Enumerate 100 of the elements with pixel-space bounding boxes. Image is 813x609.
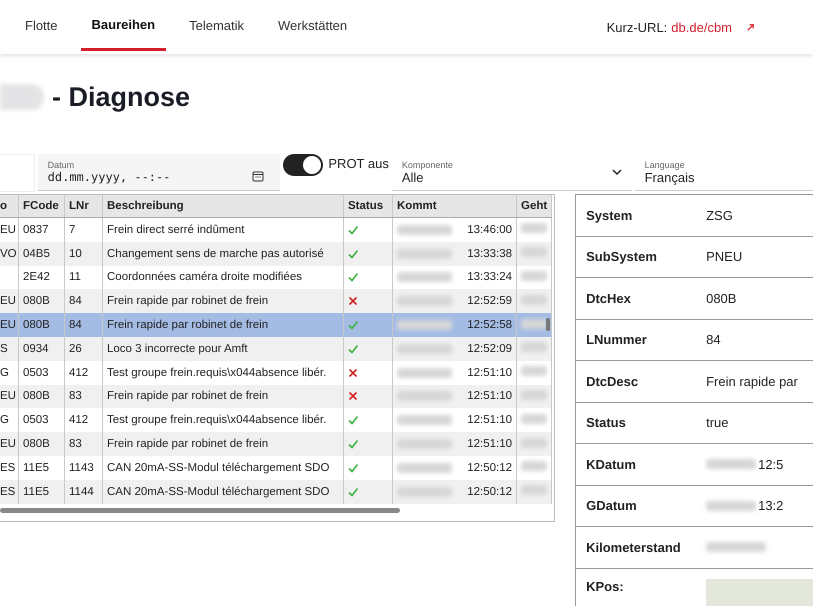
column-header[interactable]: Geht — [516, 195, 552, 218]
redacted-block — [397, 272, 452, 282]
toggle-label: PROT aus — [328, 156, 389, 171]
time-text: 12:52:59 — [467, 295, 512, 308]
redacted-block — [521, 438, 547, 448]
table-row[interactable]: EU 080B 83 Frein rapide par robinet de frein 12:51:10 — [0, 432, 552, 456]
redacted-block — [521, 366, 547, 376]
table-cell: 1144 — [64, 480, 102, 504]
table-cell: EU — [0, 384, 18, 408]
column-header[interactable]: Kommt — [392, 195, 516, 218]
table-cell: Loco 3 incorrecte pour Amft — [102, 336, 344, 361]
redacted-block — [397, 320, 452, 330]
field-value: ZSG — [706, 208, 733, 223]
column-header[interactable]: Beschreibung — [102, 195, 344, 218]
field-value: Frein rapide par — [706, 374, 798, 389]
chevron-down-icon[interactable] — [612, 169, 622, 175]
table-cell: S — [0, 336, 18, 361]
redacted-block — [397, 462, 452, 473]
time-text: 12:51:10 — [467, 390, 512, 402]
field-label: GDatum — [585, 498, 638, 514]
table-cell: 080B — [18, 313, 64, 337]
table-row[interactable]: EU 080B 84 Frein rapide par robinet de frein 12:52:58 — [0, 313, 552, 337]
table-row[interactable]: VO 04B5 10 Changement sens de marche pas autorisé 13:33:38 — [0, 242, 552, 266]
time-text: 12:51:10 — [467, 366, 512, 379]
redacted-block — [706, 500, 756, 511]
redacted-block — [521, 414, 547, 424]
field-label: Kilometerstand — [585, 540, 682, 555]
horizontal-scrollbar[interactable] — [0, 508, 400, 513]
redacted-block — [397, 368, 452, 378]
column-header[interactable]: o — [0, 195, 18, 218]
table-cell: 84 — [64, 289, 102, 314]
field-label: SubSystem — [585, 249, 658, 264]
short-url-link[interactable]: db.de/cbm — [671, 20, 732, 34]
field-label: System — [585, 208, 634, 223]
date-field[interactable]: Datum dd.mm.yyyy, --:-- — [38, 154, 280, 191]
redacted-block — [521, 294, 547, 305]
redacted-block — [397, 344, 452, 354]
table-cell: EU — [0, 313, 18, 337]
redacted-block — [521, 247, 547, 258]
table-cell: Frein rapide par robinet de frein — [102, 384, 344, 408]
column-header[interactable]: LNr — [64, 195, 102, 218]
table-cell: 26 — [64, 336, 102, 361]
field-value: PNEU — [706, 249, 742, 264]
field-value: 84 — [706, 332, 721, 348]
redacted-block — [397, 415, 452, 426]
table-row[interactable]: EU 080B 83 Frein rapide par robinet de frein 12:51:10 — [0, 384, 552, 408]
table-cell: EU — [0, 289, 18, 314]
table-cell: 10 — [64, 242, 102, 266]
field-label: Datum — [48, 160, 74, 170]
time-text: 12:50:12 — [467, 486, 512, 498]
time-text: 13:33:38 — [467, 248, 512, 260]
redacted-block — [0, 84, 44, 110]
nav-tab[interactable]: Telematik — [178, 0, 256, 54]
redacted-block — [521, 485, 547, 496]
field-value: true — [706, 415, 728, 430]
date-input[interactable]: dd.mm.yyyy, --:-- — [48, 170, 248, 184]
nav-tab[interactable]: Flotte — [14, 0, 69, 54]
table-row[interactable]: ES 11E5 1144 CAN 20mA-SS-Modul téléchargement SDO 12:50:12 — [0, 480, 552, 504]
time-text: 12:52:09 — [467, 342, 512, 355]
time-text: 12:51:10 — [467, 414, 512, 426]
redacted-block — [397, 391, 452, 402]
redacted-block — [397, 296, 452, 306]
redacted-block — [521, 223, 547, 234]
table-row[interactable]: S 0934 26 Loco 3 incorrecte pour Amft 12:52:09 — [0, 336, 552, 361]
redacted-block — [521, 390, 547, 400]
table-cell: 0934 — [18, 336, 64, 361]
external-link-icon[interactable] — [746, 22, 755, 32]
table-cell: 11E5 — [18, 480, 64, 504]
redacted-block — [397, 224, 452, 235]
field-label: LNummer — [585, 332, 648, 348]
redacted-block — [397, 439, 452, 450]
column-header[interactable]: FCode — [18, 195, 64, 218]
nav-tab[interactable]: Werkstätten — [267, 0, 358, 54]
table-cell: VO — [0, 242, 18, 266]
toggle-switch[interactable] — [283, 154, 324, 176]
table-cell: 080B — [18, 384, 64, 408]
field-label: DtcDesc — [585, 374, 640, 389]
redacted-block — [521, 318, 547, 329]
redacted-block — [397, 248, 452, 259]
field-value: 13:2 — [758, 498, 784, 514]
table-cell: 84 — [64, 313, 102, 337]
table-cell: 04B5 — [18, 242, 64, 266]
table-cell: ES — [0, 480, 18, 504]
table-cell: 080B — [18, 432, 64, 456]
redacted-block — [397, 486, 452, 497]
redacted-block — [521, 461, 547, 472]
column-header[interactable]: Status — [344, 195, 392, 218]
nav-tab[interactable]: Baureihen — [80, 0, 166, 51]
vertical-scrollbar[interactable] — [546, 318, 550, 331]
short-url-label: Kurz-URL: — [606, 20, 668, 34]
time-text: 13:33:24 — [467, 271, 512, 284]
calendar-icon[interactable] — [252, 170, 264, 182]
table-cell: Changement sens de marche pas autorisé — [102, 242, 344, 266]
field-value: 12:5 — [758, 456, 784, 472]
redacted-block — [706, 459, 756, 470]
field-value: 080B — [706, 290, 736, 306]
table-cell: Frein rapide par robinet de frein — [102, 313, 344, 337]
field-label: KDatum — [585, 456, 637, 472]
table-row[interactable]: EU 080B 84 Frein rapide par robinet de frein 12:52:59 — [0, 289, 552, 314]
field-label: DtcHex — [585, 290, 632, 306]
